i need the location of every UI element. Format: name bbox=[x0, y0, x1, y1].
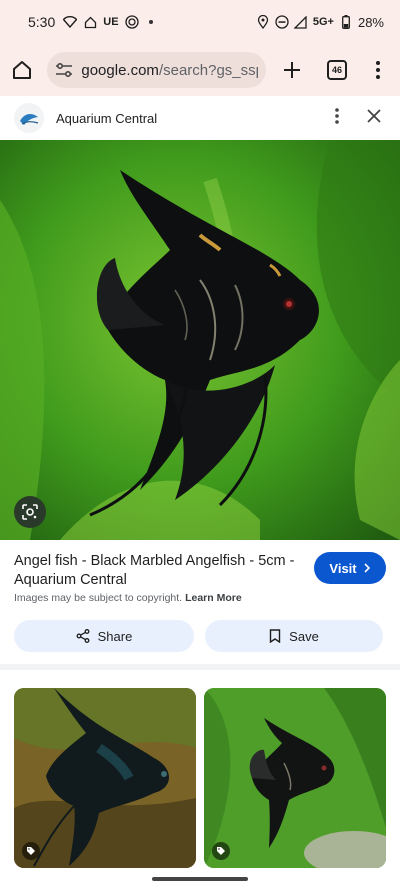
home-button[interactable] bbox=[10, 58, 33, 82]
status-time: 5:30 bbox=[28, 14, 56, 30]
gesture-navigation-bar[interactable] bbox=[152, 877, 248, 881]
address-bar[interactable]: google.com/search?gs_ssp=e bbox=[47, 52, 266, 88]
carrier-badge: UE bbox=[103, 16, 119, 28]
related-image[interactable] bbox=[204, 688, 386, 868]
section-divider bbox=[0, 664, 400, 670]
status-left: 5:30 UE bbox=[28, 14, 153, 30]
status-bar: 5:30 UE 5G+ 28% bbox=[0, 0, 400, 44]
share-label: Share bbox=[97, 628, 133, 644]
browser-toolbar: google.com/search?gs_ssp=e 46 bbox=[0, 44, 400, 96]
lens-icon bbox=[22, 504, 38, 520]
main-image[interactable] bbox=[0, 140, 400, 540]
url-path: /search?gs_ssp=e bbox=[158, 61, 258, 79]
bookmark-icon bbox=[269, 629, 281, 643]
location-icon bbox=[256, 15, 270, 29]
site-header: Aquarium Central bbox=[0, 96, 400, 140]
dnd-icon bbox=[275, 15, 289, 29]
visit-label: Visit bbox=[329, 560, 357, 576]
angelfish-photo bbox=[0, 140, 400, 540]
site-logo bbox=[14, 103, 44, 133]
close-button[interactable] bbox=[366, 108, 382, 129]
learn-more-link[interactable]: Learn More bbox=[185, 592, 242, 604]
more-vert-icon bbox=[376, 61, 381, 79]
result-title[interactable]: Angel fish - Black Marbled Angelfish - 5… bbox=[14, 552, 304, 590]
chevron-right-icon bbox=[364, 563, 370, 573]
battery-percent: 28% bbox=[357, 14, 384, 30]
more-vert-icon bbox=[335, 107, 339, 124]
status-right: 5G+ 28% bbox=[256, 15, 384, 30]
network-type: 5G+ bbox=[312, 16, 334, 28]
related-angelfish-photo bbox=[204, 688, 386, 868]
google-lens-button[interactable] bbox=[14, 496, 46, 528]
notification-dot bbox=[148, 20, 153, 24]
wifi-icon bbox=[63, 15, 78, 29]
close-icon bbox=[367, 108, 381, 123]
copyright-text: Images may be subject to copyright. bbox=[14, 592, 183, 604]
related-image[interactable] bbox=[14, 688, 196, 868]
url-text: google.com/search?gs_ssp=e bbox=[81, 62, 258, 79]
home-icon bbox=[83, 15, 97, 29]
site-name: Aquarium Central bbox=[56, 110, 158, 126]
tab-switcher-button[interactable]: 46 bbox=[325, 58, 348, 82]
tab-count: 46 bbox=[326, 60, 347, 80]
copyright-notice: Images may be subject to copyright. Learn… bbox=[14, 592, 242, 604]
new-tab-button[interactable] bbox=[280, 58, 303, 82]
tag-icon bbox=[212, 842, 230, 860]
save-label: Save bbox=[289, 628, 319, 644]
share-button[interactable]: Share bbox=[14, 620, 194, 652]
screen: 5:30 UE 5G+ 28% google.com/search?gs_ss … bbox=[0, 0, 400, 890]
tag-icon bbox=[22, 842, 40, 860]
plus-icon bbox=[283, 62, 300, 78]
visit-button[interactable]: Visit bbox=[314, 552, 386, 584]
hotspot-icon bbox=[124, 15, 139, 29]
url-domain: google.com bbox=[81, 61, 159, 79]
signal-icon bbox=[294, 15, 308, 29]
share-icon bbox=[76, 629, 90, 643]
home-icon bbox=[12, 61, 31, 79]
browser-menu-button[interactable] bbox=[367, 58, 390, 82]
related-angelfish-photo bbox=[14, 688, 196, 868]
site-settings-icon[interactable] bbox=[55, 62, 73, 78]
site-more-button[interactable] bbox=[334, 107, 340, 130]
battery-icon bbox=[339, 15, 353, 29]
save-button[interactable]: Save bbox=[205, 620, 383, 652]
